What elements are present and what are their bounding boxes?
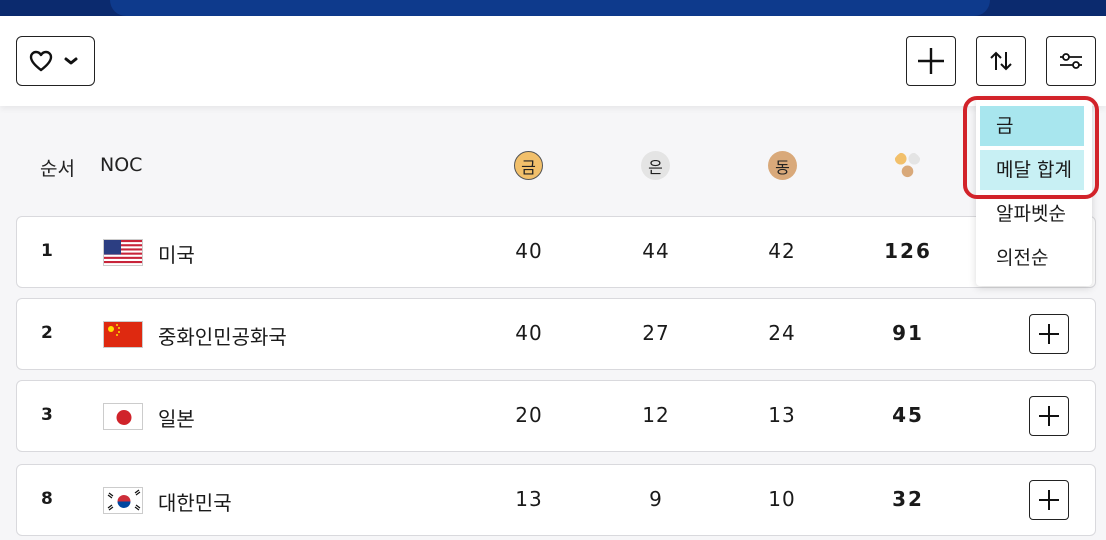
sort-arrows-icon	[990, 51, 1012, 71]
total-count: 126	[884, 239, 932, 263]
silver-medal-icon: 은	[641, 151, 670, 180]
expand-row-button[interactable]	[1029, 314, 1069, 354]
plus-icon	[1039, 490, 1059, 510]
total-count: 45	[892, 403, 924, 427]
country-name[interactable]: 대한민국	[158, 487, 232, 516]
sort-option-protocol[interactable]: 의전순	[980, 238, 1084, 278]
plus-icon	[918, 48, 944, 74]
bronze-count: 10	[768, 487, 796, 511]
bronze-count: 13	[768, 403, 796, 427]
plus-icon	[1039, 324, 1059, 344]
banner-shine	[110, 0, 990, 16]
table-header: 순서 NOC 금 은 동	[0, 140, 1106, 190]
korea-flag-icon	[103, 487, 143, 514]
silver-count: 12	[642, 403, 670, 427]
usa-flag-icon	[103, 239, 143, 266]
sliders-icon	[1060, 53, 1082, 69]
gold-count: 20	[515, 403, 543, 427]
china-flag-icon	[103, 321, 143, 348]
table-row[interactable]: 2 중화인민공화국 40 27 24 91	[16, 298, 1096, 370]
bronze-count: 42	[768, 239, 796, 263]
bronze-count: 24	[768, 321, 796, 345]
favorite-filter-button[interactable]	[16, 36, 95, 86]
country-name[interactable]: 일본	[158, 403, 195, 432]
gold-count: 40	[515, 321, 543, 345]
silver-count: 9	[649, 487, 663, 511]
bronze-medal-icon: 동	[768, 151, 797, 180]
rank-value: 3	[41, 405, 53, 425]
sort-button[interactable]	[976, 36, 1026, 86]
total-count: 91	[892, 321, 924, 345]
gold-count: 13	[515, 487, 543, 511]
japan-flag-icon	[103, 403, 143, 430]
add-button[interactable]	[906, 36, 956, 86]
expand-row-button[interactable]	[1029, 480, 1069, 520]
heart-icon	[29, 50, 53, 72]
table-row[interactable]: 3 일본 20 12 13 45	[16, 380, 1096, 452]
noc-header: NOC	[100, 154, 143, 176]
chevron-down-icon	[64, 57, 78, 65]
rank-value: 1	[41, 241, 53, 261]
table-row[interactable]: 1 미국 40 44 42 126	[16, 216, 1096, 288]
silver-count: 27	[642, 321, 670, 345]
toolbar	[0, 16, 1106, 106]
total-medals-icon	[894, 152, 921, 178]
rank-header: 순서	[40, 158, 75, 180]
silver-count: 44	[642, 239, 670, 263]
rank-value: 8	[41, 489, 53, 509]
plus-icon	[1039, 406, 1059, 426]
rank-value: 2	[41, 323, 53, 343]
expand-row-button[interactable]	[1029, 396, 1069, 436]
gold-medal-icon: 금	[514, 151, 543, 180]
filter-button[interactable]	[1046, 36, 1096, 86]
country-name[interactable]: 미국	[158, 239, 195, 268]
highlight-annotation	[963, 96, 1099, 199]
table-row[interactable]: 8 대한민국 13 9 10 32	[16, 464, 1096, 536]
top-banner	[0, 0, 1106, 16]
total-count: 32	[892, 487, 924, 511]
sort-option-alphabetical[interactable]: 알파벳순	[980, 194, 1084, 234]
gold-count: 40	[515, 239, 543, 263]
country-name[interactable]: 중화인민공화국	[158, 321, 287, 350]
